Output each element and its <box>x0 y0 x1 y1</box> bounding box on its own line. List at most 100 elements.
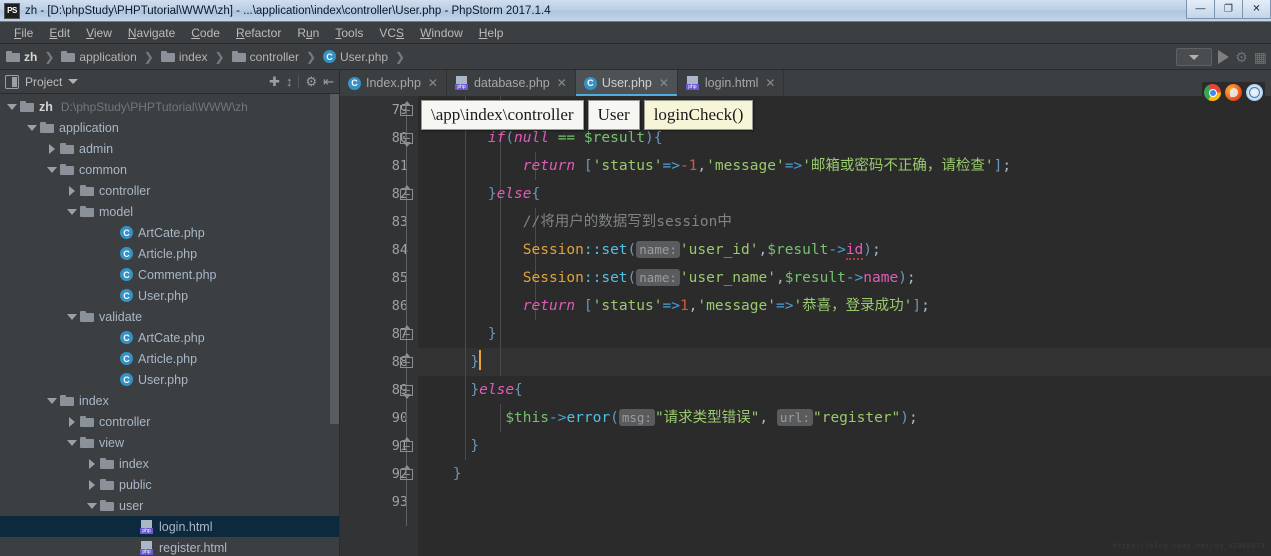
fold-toggle-line-92[interactable] <box>399 465 414 481</box>
tree-item-artcate-php[interactable]: C ArtCate.php <box>0 222 339 243</box>
code-line-90[interactable]: $this->error(msg: "请求类型错误", url: "register… <box>418 404 1271 432</box>
close-icon[interactable]: ✕ <box>659 76 669 90</box>
tree-item-common[interactable]: common <box>0 159 339 180</box>
safari-icon[interactable] <box>1246 84 1263 101</box>
tree-item-view[interactable]: view <box>0 432 339 453</box>
code-line-82[interactable]: }else{ <box>418 180 1271 208</box>
code-line-81[interactable]: return ['status'=>-1,'message'=>'邮箱或密码不正… <box>418 152 1271 180</box>
close-icon[interactable]: ✕ <box>765 76 775 90</box>
chevron-down-icon[interactable] <box>6 101 17 112</box>
tree-item-application[interactable]: application <box>0 117 339 138</box>
chevron-down-icon[interactable] <box>26 122 37 133</box>
chevron-down-icon[interactable] <box>46 164 57 175</box>
tree-item-artcate-php[interactable]: C ArtCate.php <box>0 327 339 348</box>
code-line-86[interactable]: return ['status'=>1,'message'=>'恭喜，登录成功'… <box>418 292 1271 320</box>
menu-item-run[interactable]: Run <box>289 24 327 42</box>
editor-tab-database-php[interactable]: php database.php ✕ <box>447 70 576 96</box>
fold-column[interactable] <box>396 96 418 556</box>
chrome-icon[interactable] <box>1204 84 1221 101</box>
code-line-89[interactable]: }else{ <box>418 376 1271 404</box>
tree-item-user-php[interactable]: C User.php <box>0 285 339 306</box>
editor-tab-login-html[interactable]: php login.html ✕ <box>678 70 785 96</box>
tree-item-user-php[interactable]: C User.php <box>0 369 339 390</box>
minimize-button[interactable]: — <box>1186 0 1215 19</box>
breadcrumb-popup-segment-2[interactable]: loginCheck() <box>643 100 754 130</box>
locate-icon[interactable]: ✚ <box>269 75 280 88</box>
chevron-down-icon[interactable] <box>86 500 97 511</box>
breadcrumb-item-application[interactable]: application <box>61 50 137 64</box>
chevron-down-icon[interactable] <box>66 311 77 322</box>
breadcrumb-popup-segment-1[interactable]: User <box>587 100 640 130</box>
fold-toggle-line-80[interactable] <box>399 130 414 147</box>
tree-item-article-php[interactable]: C Article.php <box>0 348 339 369</box>
menu-item-window[interactable]: Window <box>412 24 471 42</box>
maximize-button[interactable]: ❐ <box>1214 0 1243 19</box>
tree-item-index[interactable]: index <box>0 453 339 474</box>
menu-item-refactor[interactable]: Refactor <box>228 24 289 42</box>
settings-gear-icon[interactable]: ⚙ <box>305 75 317 88</box>
run-config-dropdown[interactable] <box>1176 48 1213 66</box>
project-panel-scrollbar[interactable] <box>330 94 339 424</box>
tree-item-login-html[interactable]: php login.html <box>0 516 339 537</box>
chevron-right-icon[interactable] <box>66 185 77 196</box>
fold-toggle-line-87[interactable] <box>399 325 414 341</box>
tree-item-comment-php[interactable]: C Comment.php <box>0 264 339 285</box>
fold-toggle-line-82[interactable] <box>399 185 414 201</box>
tree-item-index[interactable]: index <box>0 390 339 411</box>
tree-item-public[interactable]: public <box>0 474 339 495</box>
hide-panel-icon[interactable]: ⇤ <box>323 75 334 88</box>
fold-toggle-line-88[interactable] <box>399 353 414 369</box>
menu-item-navigate[interactable]: Navigate <box>120 24 183 42</box>
tree-item-controller[interactable]: controller <box>0 411 339 432</box>
chevron-right-icon[interactable] <box>86 479 97 490</box>
close-icon[interactable]: ✕ <box>428 76 438 90</box>
collapse-all-icon[interactable]: ↕ <box>286 75 293 88</box>
breadcrumb-popup-segment-0[interactable]: \app\index\controller <box>421 100 584 130</box>
editor-gutter[interactable]: 79 80 81 82 83 84 85 86 87 88 89 90 91 92 93 <box>340 96 418 556</box>
menu-item-edit[interactable]: Edit <box>41 24 78 42</box>
tree-item-admin[interactable]: admin <box>0 138 339 159</box>
fold-toggle-line-89[interactable] <box>399 382 414 399</box>
fold-toggle-line-91[interactable] <box>399 437 414 453</box>
editor-tab-user-php[interactable]: C User.php ✕ <box>575 70 678 96</box>
code-line-87[interactable]: } <box>418 320 1271 348</box>
tree-item-zh[interactable]: zh D:\phpStudy\PHPTutorial\WWW\zh <box>0 96 339 117</box>
editor-tab-index-php[interactable]: C Index.php ✕ <box>340 70 447 96</box>
project-tree[interactable]: zh D:\phpStudy\PHPTutorial\WWW\zh applicat… <box>0 94 339 556</box>
menu-item-file[interactable]: File <box>6 24 41 42</box>
menu-item-tools[interactable]: Tools <box>327 24 371 42</box>
debug-icon[interactable]: ⚙ <box>1235 50 1248 64</box>
coverage-icon[interactable]: ▦ <box>1254 50 1267 64</box>
code-line-91[interactable]: } <box>418 432 1271 460</box>
code-line-83[interactable]: //将用户的数据写到session中 <box>418 208 1271 236</box>
fold-toggle-line-79[interactable] <box>399 101 414 117</box>
breadcrumb-item-index[interactable]: index <box>160 50 208 64</box>
code-content[interactable]: }); if(null == $result){ return ['status… <box>418 96 1271 556</box>
chevron-down-icon[interactable] <box>68 79 79 84</box>
tree-item-validate[interactable]: validate <box>0 306 339 327</box>
breadcrumb-item-zh[interactable]: zh <box>6 50 37 64</box>
code-line-84[interactable]: Session::set(name:'user_id',$result->id)… <box>418 236 1271 264</box>
chevron-right-icon[interactable] <box>66 416 77 427</box>
chevron-right-icon[interactable] <box>86 458 97 469</box>
close-button[interactable]: ✕ <box>1242 0 1271 19</box>
chevron-right-icon[interactable] <box>46 143 57 154</box>
tree-item-register-html[interactable]: php register.html <box>0 537 339 556</box>
breadcrumb-item-user-php[interactable]: C User.php <box>323 50 388 64</box>
menu-item-vcs[interactable]: VCS <box>371 24 412 42</box>
code-line-93[interactable] <box>418 488 1271 516</box>
chevron-down-icon[interactable] <box>46 395 57 406</box>
code-line-88[interactable]: } <box>418 348 1271 376</box>
run-icon[interactable] <box>1218 50 1230 64</box>
chevron-down-icon[interactable] <box>66 206 77 217</box>
tree-item-model[interactable]: model <box>0 201 339 222</box>
menu-item-code[interactable]: Code <box>183 24 228 42</box>
menu-item-help[interactable]: Help <box>471 24 512 42</box>
tree-item-controller[interactable]: controller <box>0 180 339 201</box>
menu-item-view[interactable]: View <box>78 24 120 42</box>
tree-item-article-php[interactable]: C Article.php <box>0 243 339 264</box>
code-line-92[interactable]: } <box>418 460 1271 488</box>
breadcrumb-item-controller[interactable]: controller <box>231 50 299 64</box>
firefox-icon[interactable] <box>1225 84 1242 101</box>
tree-item-user[interactable]: user <box>0 495 339 516</box>
